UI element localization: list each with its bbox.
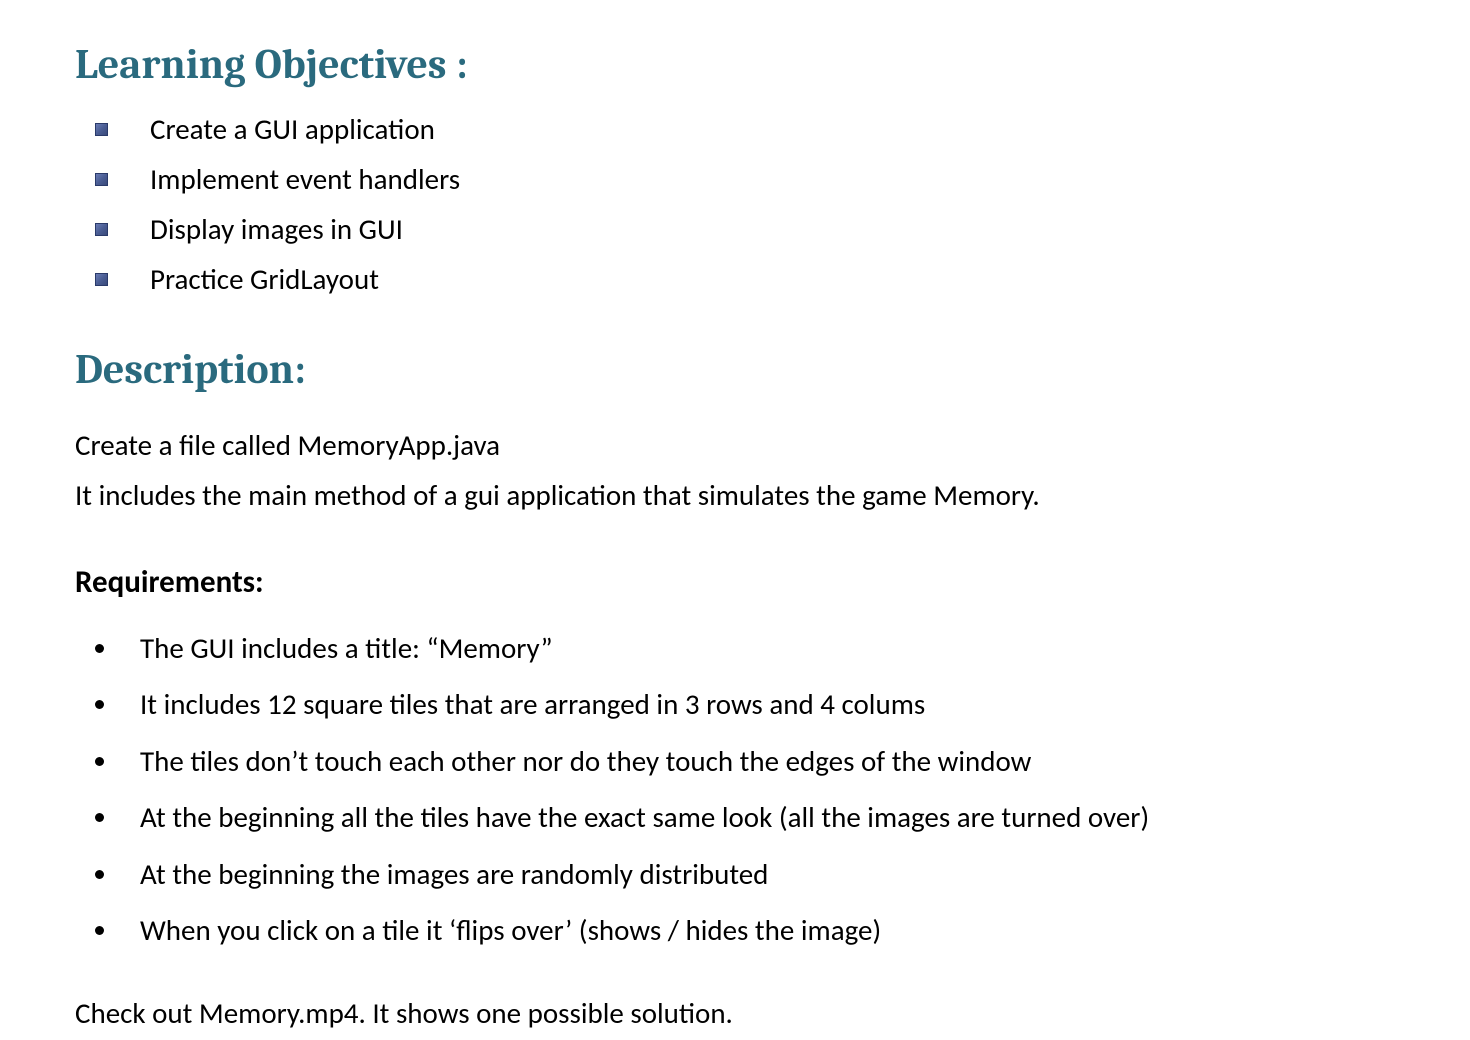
dot-bullet-icon — [95, 757, 104, 766]
list-item: The GUI includes a title: “Memory” — [95, 627, 1395, 671]
requirement-text: The GUI includes a title: “Memory” — [140, 627, 553, 671]
list-item: At the beginning all the tiles have the … — [95, 796, 1395, 840]
heading-description: Description: — [75, 345, 1395, 394]
list-item: Practice GridLayout — [95, 261, 1395, 297]
objective-text: Create a GUI application — [150, 111, 435, 147]
dot-bullet-icon — [95, 926, 104, 935]
requirement-text: When you click on a tile it ‘flips over’… — [140, 909, 881, 953]
requirement-text: The tiles don’t touch each other nor do … — [140, 740, 1031, 784]
description-line: Create a file called MemoryApp.java — [75, 422, 1395, 468]
list-item: It includes 12 square tiles that are arr… — [95, 683, 1395, 727]
objective-text: Display images in GUI — [150, 211, 403, 247]
list-item: Display images in GUI — [95, 211, 1395, 247]
square-bullet-icon — [95, 123, 108, 136]
closing-text: Check out Memory.mp4. It shows one possi… — [75, 995, 1395, 1031]
list-item: At the beginning the images are randomly… — [95, 853, 1395, 897]
dot-bullet-icon — [95, 700, 104, 709]
description-line: It includes the main method of a gui app… — [75, 472, 1395, 518]
requirement-text: At the beginning the images are randomly… — [140, 853, 768, 897]
requirement-text: At the beginning all the tiles have the … — [140, 796, 1149, 840]
list-item: Create a GUI application — [95, 111, 1395, 147]
dot-bullet-icon — [95, 644, 104, 653]
subheading-requirements: Requirements: — [75, 563, 1395, 601]
list-item: When you click on a tile it ‘flips over’… — [95, 909, 1395, 953]
objective-text: Implement event handlers — [150, 161, 460, 197]
square-bullet-icon — [95, 173, 108, 186]
objectives-list: Create a GUI application Implement event… — [75, 111, 1395, 297]
objective-text: Practice GridLayout — [150, 261, 379, 297]
heading-learning-objectives: Learning Objectives : — [75, 40, 1395, 89]
requirements-list: The GUI includes a title: “Memory” It in… — [75, 627, 1395, 953]
square-bullet-icon — [95, 223, 108, 236]
square-bullet-icon — [95, 273, 108, 286]
dot-bullet-icon — [95, 870, 104, 879]
list-item: Implement event handlers — [95, 161, 1395, 197]
list-item: The tiles don’t touch each other nor do … — [95, 740, 1395, 784]
dot-bullet-icon — [95, 813, 104, 822]
requirement-text: It includes 12 square tiles that are arr… — [140, 683, 925, 727]
